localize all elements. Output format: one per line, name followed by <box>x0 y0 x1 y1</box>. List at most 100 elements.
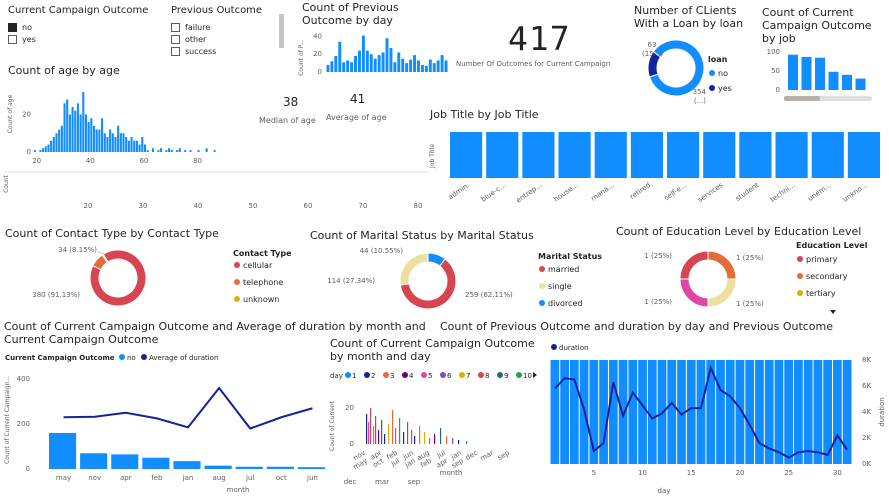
bar <box>440 428 442 444</box>
age-title: Count of age by age <box>8 64 120 77</box>
slicer-option-other[interactable]: other <box>171 33 281 45</box>
legend-label: no <box>127 354 136 362</box>
x-tick-label: 80 <box>414 202 423 210</box>
legend-marker <box>478 372 484 378</box>
bar <box>794 360 803 464</box>
x-tick-label: retired <box>628 181 652 201</box>
bar <box>384 434 386 444</box>
legend-title: Education Level <box>796 241 868 250</box>
age-chart: Count of age02020 40 60 80 <box>7 92 216 165</box>
bar <box>168 148 171 152</box>
checkbox[interactable] <box>8 22 17 32</box>
bar <box>178 148 181 152</box>
bar <box>68 114 71 152</box>
x-tick-label: 60 <box>304 202 313 210</box>
legend-marker <box>551 344 557 350</box>
bar <box>424 65 428 72</box>
bar <box>775 132 808 178</box>
x-tick-label: 20 <box>736 469 745 477</box>
job-small-title: Count of Current Campaign Outcome by job <box>762 6 872 45</box>
legend-label: single <box>548 282 572 291</box>
legend-label: 6 <box>447 372 452 380</box>
data-label: 1 (25%) <box>736 254 764 262</box>
bar <box>165 150 168 152</box>
prev-by-day-chart: Count of P... 0 20 40 <box>298 32 448 76</box>
checkbox[interactable] <box>171 22 180 32</box>
current-outcome-slicer: Current Campaign Outcome no yes <box>8 4 168 45</box>
marital-donut: 44 (10.55%) 114 (27.34%) 259 (62.11%) Marit… <box>327 247 602 310</box>
bar <box>628 360 638 464</box>
legend-marker <box>440 372 446 378</box>
slicer-option-success[interactable]: success <box>171 45 281 57</box>
checkbox[interactable] <box>171 46 180 56</box>
y-tick-label: 100 <box>767 48 780 56</box>
x-tick-label: 25 <box>784 469 793 477</box>
bar <box>266 466 294 469</box>
y-tick-label: 40 <box>313 32 322 40</box>
bar <box>84 114 88 152</box>
bar <box>330 61 334 72</box>
bar <box>446 436 448 444</box>
slicer-option-failure[interactable]: failure <box>171 21 281 33</box>
bar <box>130 137 133 152</box>
bar <box>157 150 160 152</box>
bar <box>98 129 101 152</box>
bar <box>803 360 813 464</box>
x-tick-label: entrep... <box>515 181 544 205</box>
x-tick-label-partial: mar <box>375 478 389 486</box>
month-day-title: Count of Current Campaign Outcome by mon… <box>330 337 535 363</box>
y-axis-title: duration <box>878 397 886 426</box>
bar <box>365 50 369 72</box>
data-label: 114 (27.34%) <box>327 277 375 285</box>
bar <box>90 118 93 152</box>
legend-marker <box>141 354 147 360</box>
bar <box>71 107 74 152</box>
bar <box>401 58 405 72</box>
checkbox[interactable] <box>8 34 17 44</box>
y-axis-title: Count of age <box>7 94 14 133</box>
bar <box>389 48 393 72</box>
legend-label: no <box>718 69 728 78</box>
slicer-option-yes[interactable]: yes <box>8 33 168 45</box>
bar <box>170 150 173 152</box>
bar <box>378 430 380 444</box>
y-axis-title: Count of P... <box>298 40 305 76</box>
bar <box>39 150 42 152</box>
legend-marker <box>797 290 803 296</box>
bar <box>58 129 61 152</box>
bar <box>847 132 880 178</box>
legend-marker <box>345 372 351 378</box>
duration-line <box>63 386 313 430</box>
x-tick-label: techni... <box>769 181 797 204</box>
x-tick-label: jul <box>245 474 254 482</box>
median-value: 38 <box>283 95 299 109</box>
bar <box>638 360 647 464</box>
bar <box>774 360 784 464</box>
bar <box>784 360 794 464</box>
bar <box>788 54 798 90</box>
legend-marker <box>497 372 503 378</box>
bar <box>375 416 377 444</box>
legend-next-icon <box>533 372 537 378</box>
y-tick-label: 0 <box>776 86 780 94</box>
slicer-option-no[interactable]: no <box>8 21 168 33</box>
data-label: 1 (25%) <box>644 252 672 260</box>
median-label: Median of age <box>259 116 316 125</box>
y-tick-label: 0 <box>27 148 31 156</box>
checkbox[interactable] <box>171 34 180 44</box>
bar <box>47 144 50 152</box>
legend-marker <box>539 266 545 272</box>
x-tick-label: services <box>696 181 724 204</box>
bar <box>419 426 421 444</box>
bar <box>569 360 579 464</box>
bar <box>143 144 147 152</box>
legend-label: 3 <box>390 372 394 380</box>
age-axis-strip: Count 20 30 40 50 60 70 80 <box>3 171 428 210</box>
bar <box>151 148 155 152</box>
bar <box>424 432 426 444</box>
x-tick-label: 10 <box>638 469 647 477</box>
x-axis-title: day <box>658 487 671 495</box>
legend-title: loan <box>708 55 728 64</box>
slice <box>707 278 737 308</box>
slicer-scrollbar[interactable] <box>279 14 284 48</box>
